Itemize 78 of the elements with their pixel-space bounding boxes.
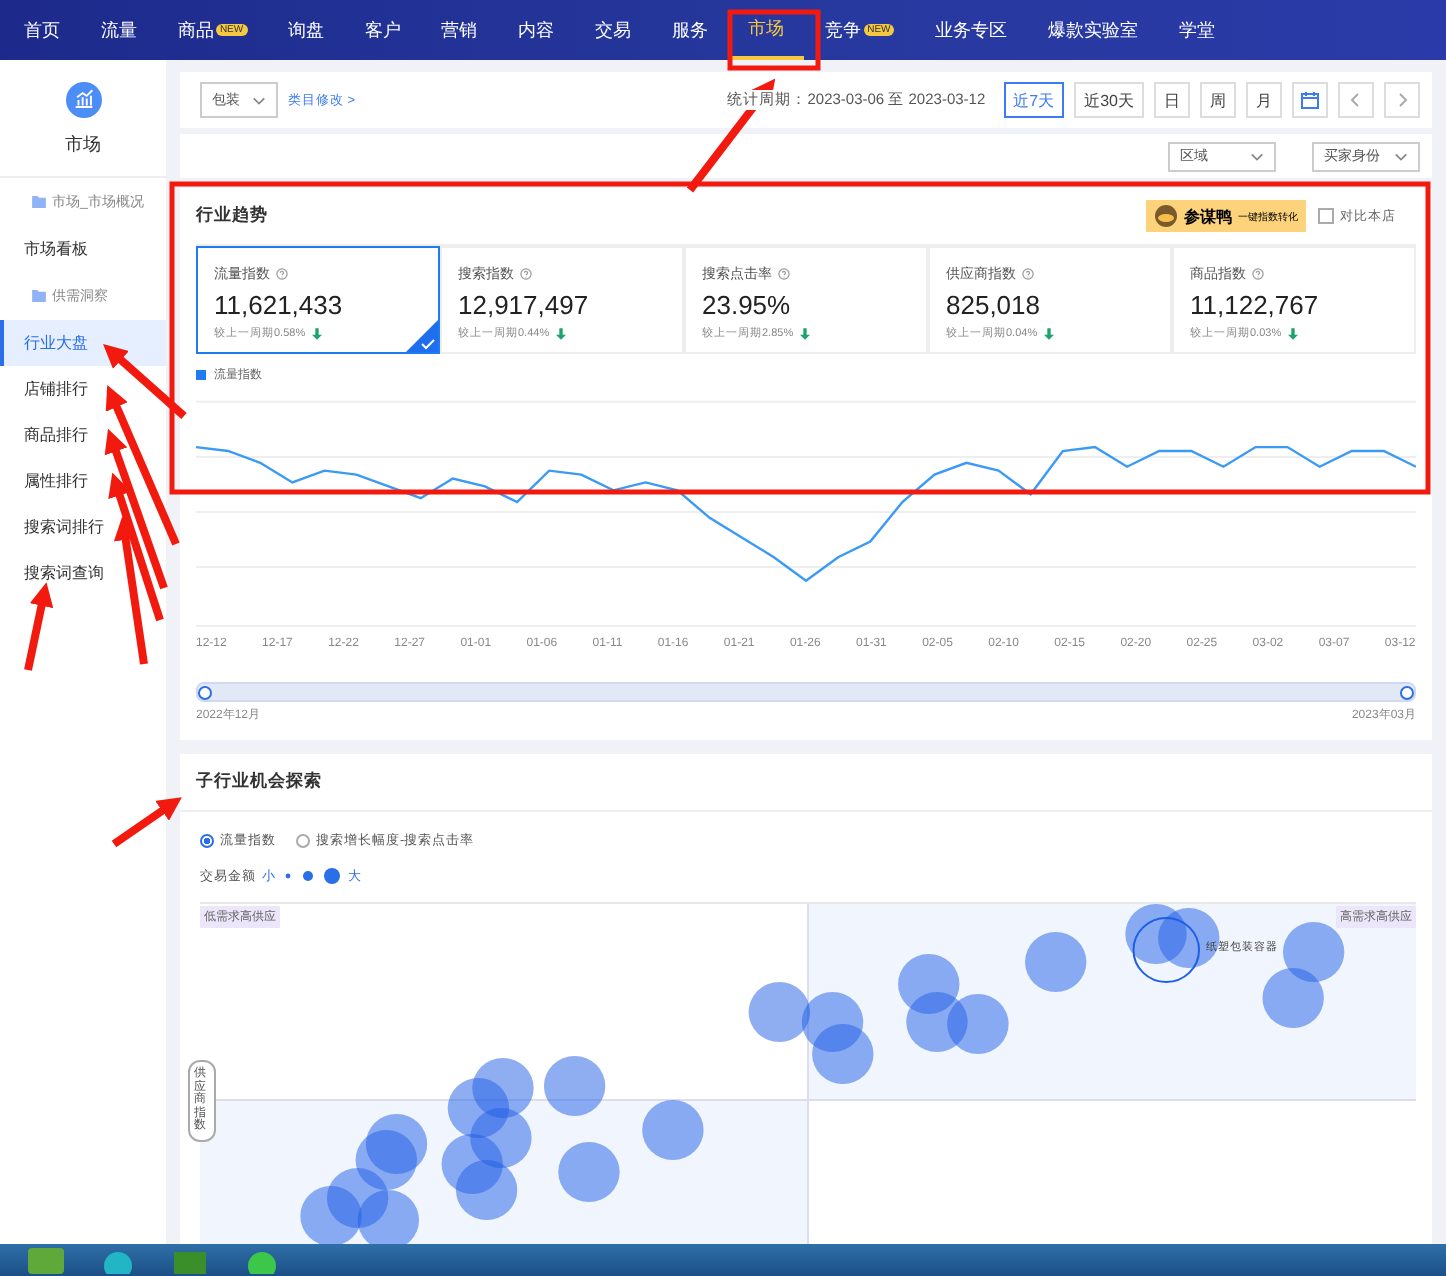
bubble[interactable] [1025,932,1087,992]
bubble[interactable] [642,1100,704,1160]
bubble[interactable] [455,1160,518,1220]
taskbar-app-icon[interactable] [168,1246,212,1274]
sidebar-item[interactable]: 行业大盘 [0,320,166,366]
nav-tab[interactable]: 交易 [574,0,652,60]
bubble[interactable] [558,1142,620,1202]
annotation-arrow [24,582,54,671]
panel-title: 行业趋势 [196,204,268,228]
chevron-down-icon [1394,151,1408,161]
legend-swatch-icon [196,370,206,380]
bubble[interactable] [472,1058,534,1118]
annotation-arrow [686,78,776,193]
chart-icon [65,82,101,118]
bubble[interactable] [1262,968,1324,1028]
bubble[interactable] [1158,908,1220,968]
bubble[interactable] [470,1108,532,1168]
nav-tab[interactable]: 营销 [421,0,498,60]
help-icon [276,268,288,280]
mascot-icon [1154,204,1178,228]
bubble[interactable] [300,1186,362,1244]
help-icon [1022,268,1034,280]
calendar-button[interactable] [1292,82,1328,118]
help-icon [1252,268,1264,280]
bubble[interactable] [1282,922,1345,982]
bubble[interactable] [441,1134,503,1194]
panel-title: 子行业机会探索 [196,770,322,794]
nav-tab[interactable]: 首页 [4,0,81,60]
calendar-icon [1300,90,1320,110]
bubble[interactable] [748,982,811,1042]
range-button[interactable]: 月 [1246,82,1282,118]
bubble[interactable] [543,1056,606,1116]
bubble[interactable] [357,1190,420,1244]
sidebar-item[interactable]: 属性排行 [0,458,166,504]
metric-value: 825,018 [946,290,1042,320]
taskbar-app-icon[interactable] [24,1246,68,1274]
annotation-arrow [111,797,182,848]
help-icon [778,268,790,280]
nav-tab[interactable]: 内容 [497,0,575,60]
range-slider[interactable] [196,682,1416,702]
metric-value: 11,621,433 [214,290,345,320]
help-icon [520,268,532,280]
previous-button[interactable] [1338,82,1374,118]
sidebar-item[interactable]: 搜索词排行 [0,504,166,550]
size-dots-icon [282,866,342,886]
nav-tab[interactable]: 流量 [80,0,158,60]
bubble[interactable] [326,1168,389,1228]
bubble[interactable] [355,1130,417,1190]
nav-tab[interactable]: 学堂 [1158,0,1236,60]
annotation-box [727,9,821,71]
sidebar-item[interactable]: 市场看板 [0,226,166,272]
sidebar-title: 市场 [65,132,101,158]
bubble[interactable] [947,994,1009,1054]
metric-value: 12,917,497 [458,290,591,320]
nav-tab[interactable]: 询盘 [267,0,345,60]
nav-tab[interactable]: 爆款实验室 [1027,0,1159,60]
nav-tab[interactable]: 业务专区 [914,0,1028,60]
range-button[interactable]: 周 [1200,82,1236,118]
chevron-down-icon [252,95,266,105]
bubble[interactable] [447,1078,510,1138]
nav-tab[interactable]: 服务 [651,0,729,60]
chevron-down-icon [1250,151,1264,161]
check-corner-icon [406,320,438,352]
metric-value: 23.95% [702,290,793,320]
metric-value: 11,122,767 [1190,290,1321,320]
range-button[interactable]: 日 [1154,82,1190,118]
range-button[interactable]: 近30天 [1074,82,1144,118]
sidebar-item[interactable]: 搜索词查询 [0,550,166,596]
next-button[interactable] [1384,82,1420,118]
sidebar-item[interactable]: 店铺排行 [0,366,166,412]
sidebar-item[interactable]: 商品排行 [0,412,166,458]
folder-icon [32,196,46,208]
nav-tab[interactable]: 客户 [344,0,422,60]
nav-tab[interactable]: 市场 [728,0,805,60]
range-button[interactable]: 近7天 [1003,82,1065,118]
highlight-ring [1132,917,1200,983]
bubble[interactable] [812,1024,874,1084]
folder-icon [32,290,46,302]
